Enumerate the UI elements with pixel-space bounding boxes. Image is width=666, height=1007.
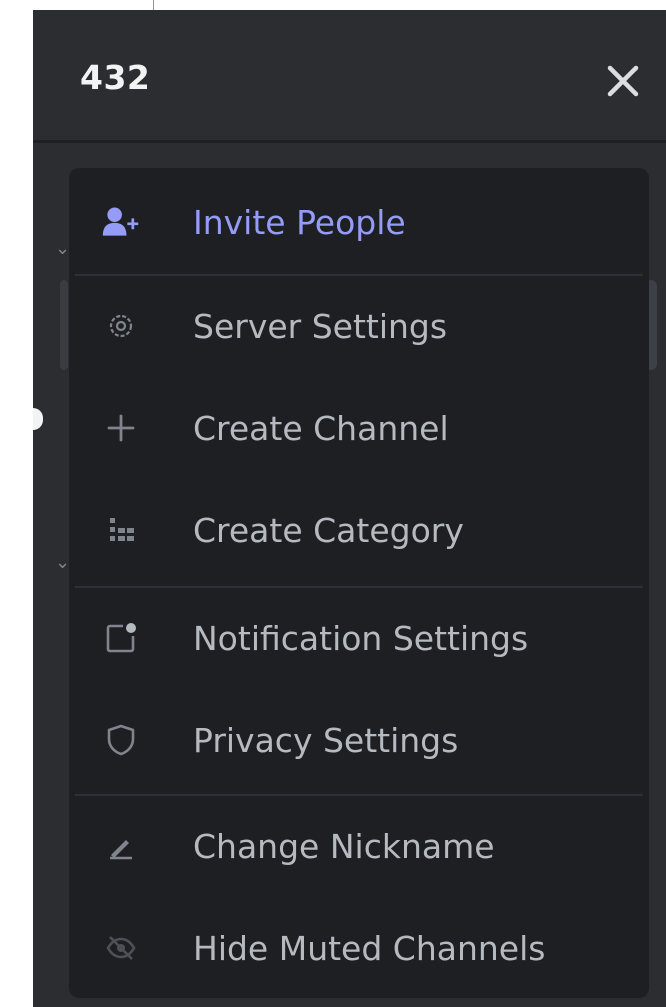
server-panel: 432 ⌄ ⌄ Invite People Server Settings Cr… xyxy=(33,10,666,1007)
menu-item-label: Notification Settings xyxy=(193,618,529,658)
menu-item-label: Privacy Settings xyxy=(193,720,459,760)
chevron-down-icon: ⌄ xyxy=(55,552,71,573)
menu-item-label: Create Category xyxy=(193,510,464,550)
folder-tree-icon xyxy=(101,510,141,550)
unread-indicator xyxy=(33,408,43,430)
menu-item-label: Server Settings xyxy=(193,306,448,346)
menu-item-label: Invite People xyxy=(193,202,406,242)
add-user-icon xyxy=(101,202,141,242)
pencil-icon xyxy=(101,826,141,866)
server-dropdown-menu: Invite People Server Settings Create Cha… xyxy=(69,168,649,998)
menu-item-server-settings[interactable]: Server Settings xyxy=(69,276,649,376)
server-header: 432 xyxy=(33,10,666,143)
menu-item-create-category[interactable]: Create Category xyxy=(69,480,649,580)
gear-icon xyxy=(101,306,141,346)
server-name: 432 xyxy=(80,58,151,97)
menu-item-label: Create Channel xyxy=(193,408,449,448)
menu-item-label: Hide Muted Channels xyxy=(193,928,546,968)
menu-item-change-nickname[interactable]: Change Nickname xyxy=(69,796,649,896)
menu-item-create-channel[interactable]: Create Channel xyxy=(69,378,649,478)
menu-item-privacy-settings[interactable]: Privacy Settings xyxy=(69,690,649,790)
bell-notification-icon xyxy=(101,618,141,658)
plus-icon xyxy=(101,408,141,448)
menu-item-hide-muted-channels[interactable]: Hide Muted Channels xyxy=(69,898,649,998)
menu-item-invite-people[interactable]: Invite People xyxy=(69,172,649,272)
close-icon xyxy=(607,65,639,97)
menu-item-label: Change Nickname xyxy=(193,826,495,866)
chevron-down-icon: ⌄ xyxy=(55,238,71,259)
eye-slash-icon xyxy=(101,928,141,968)
channel-list-scrollbar[interactable] xyxy=(60,280,68,370)
menu-item-notification-settings[interactable]: Notification Settings xyxy=(69,588,649,688)
shield-icon xyxy=(101,720,141,760)
close-button[interactable] xyxy=(602,60,644,102)
